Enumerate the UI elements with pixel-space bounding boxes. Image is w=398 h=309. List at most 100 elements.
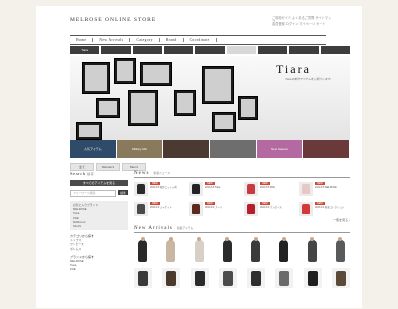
store-title[interactable]: MELROSE ONLINE STORE bbox=[70, 17, 156, 23]
nav-new-arrivals[interactable]: New Arrivals bbox=[93, 38, 131, 42]
product-item[interactable] bbox=[162, 268, 181, 288]
brand-tab[interactable] bbox=[320, 46, 350, 54]
feature-thumb[interactable] bbox=[303, 140, 351, 158]
brand-tab[interactable] bbox=[226, 46, 256, 54]
product-item[interactable] bbox=[332, 237, 350, 264]
feature-thumb[interactable]: Military Mix bbox=[116, 140, 164, 158]
news-item[interactable]: NEW 2010.9.5 新作ニット入荷 bbox=[134, 182, 185, 196]
news-thumbnail bbox=[189, 202, 203, 216]
brand-tab[interactable] bbox=[195, 46, 225, 54]
news-text: 2010.9.4 ジャケット bbox=[150, 206, 172, 210]
feature-thumb[interactable] bbox=[210, 140, 257, 158]
news-thumbnail bbox=[134, 202, 148, 216]
news-item[interactable]: NEW 2010.9.5 ZOE bbox=[244, 182, 295, 196]
tab-all[interactable]: 全て bbox=[70, 163, 94, 171]
product-item[interactable] bbox=[191, 237, 209, 264]
all-items-button[interactable]: すべてのアイテムを見る bbox=[70, 180, 128, 186]
news-text: 2010.9.5 Tiara bbox=[205, 186, 221, 190]
product-item[interactable] bbox=[219, 237, 237, 264]
product-item[interactable] bbox=[304, 237, 322, 264]
new-badge: NEW bbox=[150, 182, 160, 186]
news-text-block: NEW 2010.9.4 ジャケット bbox=[150, 202, 172, 216]
feature-thumb[interactable]: New Season bbox=[256, 140, 304, 158]
nav-coordinate[interactable]: Coordinate bbox=[184, 38, 217, 42]
main-content: News 新着ニュース NEW 2010.9.5 新作ニット入荷 NEW 2010.9.… bbox=[134, 171, 350, 288]
product-item[interactable] bbox=[134, 268, 152, 288]
arrivals-row-1 bbox=[134, 237, 350, 264]
product-item[interactable] bbox=[134, 237, 152, 264]
search-row: フリーワード検索 検索 bbox=[70, 190, 128, 197]
news-item[interactable]: NEW 2010.9.4 秋冬コレクション bbox=[299, 202, 350, 216]
nav-home[interactable]: Home bbox=[70, 38, 94, 42]
news-text-block: NEW 2010.9.4 秋冬コレクション bbox=[315, 202, 344, 216]
category-tabs: 全て Women's Men's bbox=[70, 163, 146, 171]
news-item[interactable]: NEW 2010.9.5 MELROSE bbox=[299, 182, 350, 196]
favorite-brands-box: お気に入りブランド MELROSE Tiara ZOE MARcourt SILAS bbox=[70, 201, 128, 231]
brand-tab[interactable]: Tiara bbox=[70, 46, 100, 54]
feature-thumb[interactable] bbox=[163, 140, 211, 158]
hero-banner[interactable]: Tiara Tiaraの新作アイテムをご紹介します。 bbox=[70, 56, 350, 140]
news-grid: NEW 2010.9.5 新作ニット入荷 NEW 2010.9.5 Tiara NEW 2… bbox=[134, 182, 350, 216]
news-text: 2010.9.5 ZOE bbox=[260, 186, 275, 190]
news-more-link[interactable]: 一覧を見る › bbox=[134, 218, 350, 222]
search-heading: Search 検索 bbox=[70, 171, 95, 176]
news-item[interactable]: NEW 2010.9.4 ジャケット bbox=[134, 202, 185, 216]
feature-thumb[interactable]: 人気アイテム bbox=[70, 140, 117, 158]
category-list: トップス ワンピース ボトムス bbox=[70, 238, 128, 251]
news-text: 2010.9.5 MELROSE bbox=[315, 186, 337, 190]
sidebar-link[interactable]: ボトムス bbox=[70, 247, 128, 251]
news-text-block: NEW 2010.9.5 MELROSE bbox=[315, 182, 337, 196]
brand-tab[interactable] bbox=[163, 46, 194, 54]
new-badge: NEW bbox=[205, 182, 215, 186]
tab-womens[interactable]: Women's bbox=[96, 163, 120, 171]
sidebar-link[interactable]: SILAS bbox=[73, 224, 125, 228]
new-badge: NEW bbox=[260, 182, 270, 186]
product-item[interactable] bbox=[303, 268, 322, 288]
page-frame: MELROSE ONLINE STORE ご利用ガイド よくあるご質問 サイトマ… bbox=[36, 6, 362, 308]
product-item[interactable] bbox=[162, 237, 180, 264]
news-heading: News 新着ニュース bbox=[134, 171, 350, 178]
product-item[interactable] bbox=[190, 268, 209, 288]
news-thumbnail bbox=[299, 182, 313, 196]
brand-tab[interactable] bbox=[289, 46, 319, 54]
news-text: 2010.9.4 ブーツ bbox=[205, 206, 223, 210]
product-item[interactable] bbox=[331, 268, 350, 288]
new-badge: NEW bbox=[150, 202, 160, 206]
nav-category[interactable]: Category bbox=[130, 38, 160, 42]
news-text: 2010.9.5 新作ニット入荷 bbox=[150, 186, 177, 190]
brand-tabs: Tiara bbox=[70, 46, 350, 54]
search-input[interactable]: フリーワード検索 bbox=[70, 190, 116, 197]
brand-tab[interactable] bbox=[101, 46, 131, 54]
arrivals-row-2 bbox=[134, 268, 350, 288]
news-thumbnail bbox=[189, 182, 203, 196]
sidebar-link[interactable]: ZOE bbox=[70, 267, 128, 271]
brand-tab[interactable] bbox=[132, 46, 162, 54]
news-thumbnail bbox=[244, 202, 258, 216]
news-text-block: NEW 2010.9.5 ZOE bbox=[260, 182, 275, 196]
product-item[interactable] bbox=[247, 268, 266, 288]
news-thumbnail bbox=[244, 182, 258, 196]
new-badge: NEW bbox=[260, 202, 270, 206]
brand-list: MELROSE Tiara ZOE bbox=[70, 259, 128, 272]
feature-thumbnails: 人気アイテム Military Mix New Season bbox=[70, 140, 351, 158]
search-button[interactable]: 検索 bbox=[118, 190, 128, 195]
news-thumbnail bbox=[299, 202, 313, 216]
news-text-block: NEW 2010.9.5 Tiara bbox=[205, 182, 220, 196]
news-item[interactable]: NEW 2010.9.5 Tiara bbox=[189, 182, 240, 196]
sidebar: Search 検索 すべてのアイテムを見る フリーワード検索 検索 お気に入りブ… bbox=[70, 171, 128, 308]
product-item[interactable] bbox=[275, 268, 294, 288]
news-item[interactable]: NEW 2010.9.4 ブーツ bbox=[189, 202, 240, 216]
new-badge: NEW bbox=[205, 202, 215, 206]
hero-tagline: Tiaraの新作アイテムをご紹介します。 bbox=[285, 77, 333, 81]
brand-tab[interactable] bbox=[257, 46, 288, 54]
tab-mens[interactable]: Men's bbox=[122, 163, 146, 171]
product-item[interactable] bbox=[247, 237, 265, 264]
product-item[interactable] bbox=[218, 268, 237, 288]
news-item[interactable]: NEW 2010.9.4 ワンピース bbox=[244, 202, 295, 216]
nav-brand[interactable]: Brand bbox=[160, 38, 184, 42]
news-text-block: NEW 2010.9.5 新作ニット入荷 bbox=[150, 182, 177, 196]
news-thumbnail bbox=[134, 182, 148, 196]
product-item[interactable] bbox=[275, 237, 293, 264]
news-text-block: NEW 2010.9.4 ブーツ bbox=[205, 202, 222, 216]
account-links[interactable]: 会員登録 ログイン マイページ カート bbox=[272, 22, 332, 26]
